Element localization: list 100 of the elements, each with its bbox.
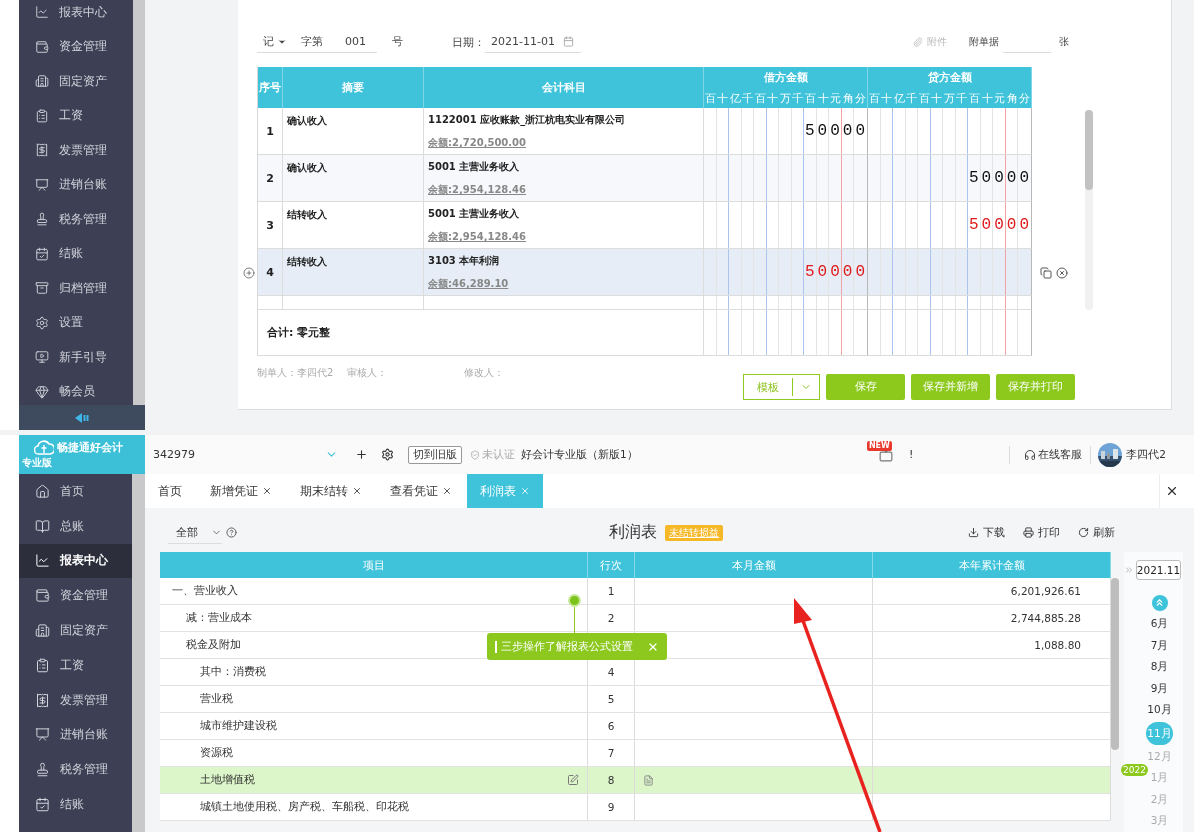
digit-unit-label: 千 [791, 91, 805, 106]
switch-version-button[interactable]: 切到旧版 [408, 445, 462, 464]
digit-unit-label: 十 [816, 91, 830, 106]
status-badge: 未结转损益 [665, 524, 723, 541]
document-icon[interactable] [643, 774, 654, 786]
calendar-icon [35, 246, 49, 261]
sidebar-item[interactable]: 首页 [19, 474, 132, 509]
sidebar-item[interactable]: 工资 [19, 648, 132, 683]
settings-icon[interactable] [381, 448, 394, 461]
collapse-bar[interactable] [19, 405, 145, 430]
sidebar-item[interactable]: 资金管理 [19, 29, 133, 64]
digit-unit-label: 十 [880, 91, 894, 106]
sidebar-item[interactable]: 畅会员 [19, 374, 133, 405]
scrollbar[interactable] [1111, 578, 1119, 750]
sidebar-item[interactable]: 报表中心 [19, 543, 132, 579]
tab[interactable]: 期末结转 [287, 474, 375, 508]
sidebar-item[interactable]: 结账 [19, 236, 133, 271]
delete-icon[interactable] [1056, 266, 1068, 279]
filter-select[interactable]: 全部 [168, 521, 222, 544]
month-item[interactable]: 10月 [1146, 700, 1173, 720]
attached-docs-unit: 张 [1059, 35, 1069, 49]
digit-unit-label: 分 [854, 91, 867, 106]
digit-unit-label: 百 [804, 91, 817, 106]
refresh-icon [1078, 527, 1089, 538]
tab[interactable]: 查看凭证 [377, 474, 465, 508]
balance-link[interactable]: 余额:2,720,500.00 [428, 136, 527, 150]
sidebar-item[interactable]: 归档管理 [19, 271, 133, 306]
amount-value: 50000 [969, 169, 1032, 187]
sidebar-item[interactable]: 结账 [19, 787, 132, 822]
column-header: 借方金额 [704, 67, 868, 88]
tab[interactable]: 新增凭证 [197, 474, 285, 508]
entry-row[interactable]: 2 确认收入 5001 主营业务收入 余额:2,954,128.46 50000 [258, 155, 1032, 202]
sidebar-item[interactable]: 固定资产 [19, 64, 133, 99]
digit-unit-label: 百 [918, 91, 931, 106]
toolbar-button[interactable]: 刷新 [1078, 525, 1115, 540]
sidebar-item[interactable]: 进销台账 [19, 717, 132, 753]
sidebar-item[interactable]: 税务管理 [19, 752, 132, 788]
month-item[interactable]: 7月 [1149, 636, 1170, 656]
column-header: 摘要 [283, 67, 424, 108]
user-name[interactable]: 李四代2 [1126, 447, 1166, 462]
scroll-up-button[interactable] [1151, 595, 1168, 611]
period-field[interactable]: 2021.11 [1136, 560, 1181, 580]
sidebar-item[interactable]: 税务管理 [19, 202, 133, 237]
support-link[interactable]: 在线客服 [1038, 447, 1083, 462]
sidebar-item[interactable]: 新手引导 [19, 340, 133, 375]
total-text: 合计: 零元整 [258, 310, 704, 356]
digit-unit-label: 百 [868, 91, 881, 106]
notice-mark: ! [908, 448, 914, 461]
sidebar-item[interactable]: 总账 [19, 508, 132, 544]
close-icon[interactable] [442, 486, 452, 496]
entry-row[interactable]: 1 确认收入 1122001 应收账款_浙江杭电实业有限公司 余额:2,720,500.00 50000 [258, 108, 1032, 155]
add-row-icon[interactable] [243, 266, 255, 279]
month-item[interactable]: 6月 [1149, 614, 1170, 634]
digit-unit-label: 百 [754, 91, 767, 106]
balance-link[interactable]: 余额:2,954,128.46 [428, 230, 527, 244]
digit-unit-label: 百 [704, 91, 717, 106]
signature-label: 制单人：李四代2 [257, 366, 335, 380]
clipboard-icon [35, 657, 50, 673]
sidebar-item[interactable]: 发票管理 [19, 133, 133, 168]
building-icon [35, 623, 50, 639]
new-badge: NEW [866, 440, 892, 451]
chevrons-up-icon [1154, 597, 1165, 609]
home-icon [35, 483, 50, 499]
month-item[interactable]: 9月 [1149, 678, 1170, 699]
digit-unit-label: 十 [930, 91, 944, 106]
signature-label: 修改人： [464, 366, 505, 380]
cert-status: 未认证 [482, 447, 515, 462]
sidebar-item[interactable]: 进销台账 [19, 167, 133, 202]
digit-unit-label: 分 [1018, 91, 1031, 106]
tab[interactable]: 首页 [145, 474, 195, 508]
sidebar-item[interactable]: 设置 [19, 305, 133, 340]
month-item[interactable]: 8月 [1149, 657, 1170, 677]
calendar-icon [562, 36, 574, 47]
board-icon [35, 727, 50, 743]
help-icon[interactable] [226, 527, 237, 538]
close-icon[interactable] [262, 486, 272, 496]
scrollbar[interactable] [132, 474, 145, 832]
collapse-icon[interactable] [75, 412, 89, 423]
date-field[interactable]: 2021-11-01 [485, 31, 581, 53]
summary-cell: 结转收入 [283, 249, 424, 296]
close-icon[interactable] [352, 486, 362, 496]
sidebar-item[interactable]: 资金管理 [19, 578, 132, 614]
toolbar-button[interactable]: 打印 [1023, 525, 1060, 540]
clipboard-icon [35, 108, 49, 123]
sidebar-item[interactable]: 报表中心 [19, 0, 133, 30]
toolbar-button[interactable]: 下载 [968, 525, 1005, 540]
voucher-type-select[interactable]: 记 [263, 34, 287, 49]
edit-icon[interactable] [567, 774, 579, 786]
copy-icon[interactable] [1040, 266, 1052, 279]
account-name: 5001 主营业务收入 [428, 160, 520, 174]
digit-unit-label: 千 [741, 91, 755, 106]
scrollbar[interactable] [1085, 110, 1093, 310]
add-icon[interactable] [355, 448, 368, 461]
sidebar-item[interactable]: 工资 [19, 98, 133, 133]
scrollbar[interactable] [133, 0, 145, 405]
download-icon [968, 527, 979, 538]
entry-row[interactable]: 3 结转收入 5001 主营业务收入 余额:2,954,128.46 50000 [258, 202, 1032, 249]
sidebar-item[interactable]: 固定资产 [19, 613, 132, 648]
digit-unit-label: 亿 [893, 91, 906, 106]
sidebar-item[interactable]: 发票管理 [19, 682, 132, 718]
